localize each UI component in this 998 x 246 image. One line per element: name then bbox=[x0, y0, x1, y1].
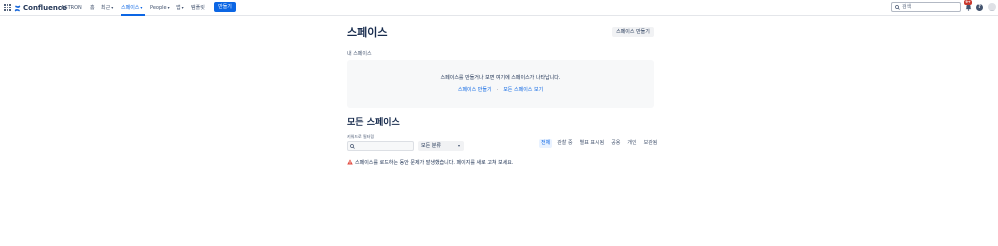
active-nav-indicator bbox=[121, 14, 145, 16]
load-error-message: 스페이스를 로드하는 동안 문제가 발생했습니다. 페이지를 새로 고쳐 보세요… bbox=[347, 158, 514, 166]
filter-label: 키워드로 필터링 bbox=[347, 134, 375, 139]
help-icon[interactable]: ? bbox=[976, 4, 983, 11]
nav-item-spaces[interactable]: 스페이스▾ bbox=[121, 4, 142, 12]
avatar-person-icon bbox=[988, 10, 996, 11]
create-button[interactable]: 만들기 bbox=[214, 2, 236, 12]
search-icon bbox=[350, 144, 355, 149]
view-all-spaces-link[interactable]: 모든 스페이스 보기 bbox=[503, 87, 543, 93]
error-text: 스페이스를 로드하는 동안 문제가 발생했습니다. 페이지를 새로 고쳐 보세요… bbox=[355, 159, 514, 166]
category-select-value: 모든 분류 bbox=[421, 143, 441, 149]
nav-item-apps-label: 앱 bbox=[176, 5, 181, 11]
my-spaces-heading: 내 스페이스 bbox=[347, 51, 372, 57]
chevron-down-icon: ▾ bbox=[181, 5, 184, 10]
chevron-down-icon: ▾ bbox=[140, 5, 143, 10]
create-space-button[interactable]: 스페이스 만들기 bbox=[612, 27, 654, 37]
space-filter-tabs: 전체 관찰 중 별표 표시됨 공용 개인 보관됨 bbox=[539, 139, 659, 148]
search-placeholder: 검색 bbox=[902, 4, 912, 10]
link-separator: · bbox=[496, 87, 499, 93]
nav-item-recent-label: 최근 bbox=[101, 5, 111, 11]
app-switcher-icon[interactable] bbox=[4, 4, 12, 12]
chevron-down-icon: ▾ bbox=[167, 5, 170, 10]
confluence-logo[interactable]: Confluence bbox=[14, 3, 67, 13]
chevron-down-icon: ▾ bbox=[457, 143, 460, 148]
filter-tab-public[interactable]: 공용 bbox=[609, 139, 622, 148]
empty-state-message: 스페이스를 만들거나 보면 여기에 스페이스가 나타납니다. bbox=[440, 75, 561, 81]
empty-state-links: 스페이스 만들기 · 모든 스페이스 보기 bbox=[347, 86, 654, 93]
search-icon bbox=[895, 4, 900, 10]
category-select[interactable]: 모든 분류 ▾ bbox=[418, 141, 464, 151]
keyword-filter-input[interactable] bbox=[347, 141, 414, 151]
nav-item-people[interactable]: People▾ bbox=[150, 4, 170, 12]
filter-tab-personal[interactable]: 개인 bbox=[625, 139, 638, 148]
all-spaces-heading: 모든 스페이스 bbox=[347, 118, 400, 128]
user-avatar[interactable] bbox=[988, 3, 996, 11]
nav-item-templates[interactable]: 템플릿 bbox=[191, 4, 205, 12]
filter-tab-archived[interactable]: 보관됨 bbox=[642, 139, 660, 148]
nav-item-apps[interactable]: 앱▾ bbox=[176, 4, 184, 12]
search-input[interactable]: 검색 bbox=[891, 2, 961, 12]
warning-icon bbox=[347, 159, 353, 165]
nav-item-templates-label: 템플릿 bbox=[191, 5, 205, 11]
nav-item-people-label: People bbox=[150, 5, 167, 11]
filter-tab-all[interactable]: 전체 bbox=[539, 139, 553, 148]
chevron-down-icon: ▾ bbox=[111, 5, 114, 10]
nav-item-home-label: 홈 bbox=[90, 5, 95, 11]
site-name[interactable]: ASTRON bbox=[61, 4, 82, 12]
my-spaces-empty-panel: 스페이스를 만들거나 보면 여기에 스페이스가 나타납니다. 스페이스 만들기 ·… bbox=[347, 60, 654, 108]
filter-tab-starred[interactable]: 별표 표시됨 bbox=[578, 139, 607, 148]
top-navigation: Confluence ASTRON 홈 최근▾ 스페이스▾ People▾ 앱▾… bbox=[0, 0, 998, 16]
nav-item-home[interactable]: 홈 bbox=[90, 4, 95, 12]
filter-tab-watching[interactable]: 관찰 중 bbox=[555, 139, 574, 148]
nav-item-spaces-label: 스페이스 bbox=[121, 5, 140, 11]
confluence-mark-icon bbox=[14, 4, 21, 12]
notification-count-badge: 9+ bbox=[964, 0, 972, 5]
nav-item-recent[interactable]: 최근▾ bbox=[101, 4, 113, 12]
page-title: 스페이스 bbox=[347, 26, 388, 39]
create-space-link[interactable]: 스페이스 만들기 bbox=[458, 87, 492, 93]
